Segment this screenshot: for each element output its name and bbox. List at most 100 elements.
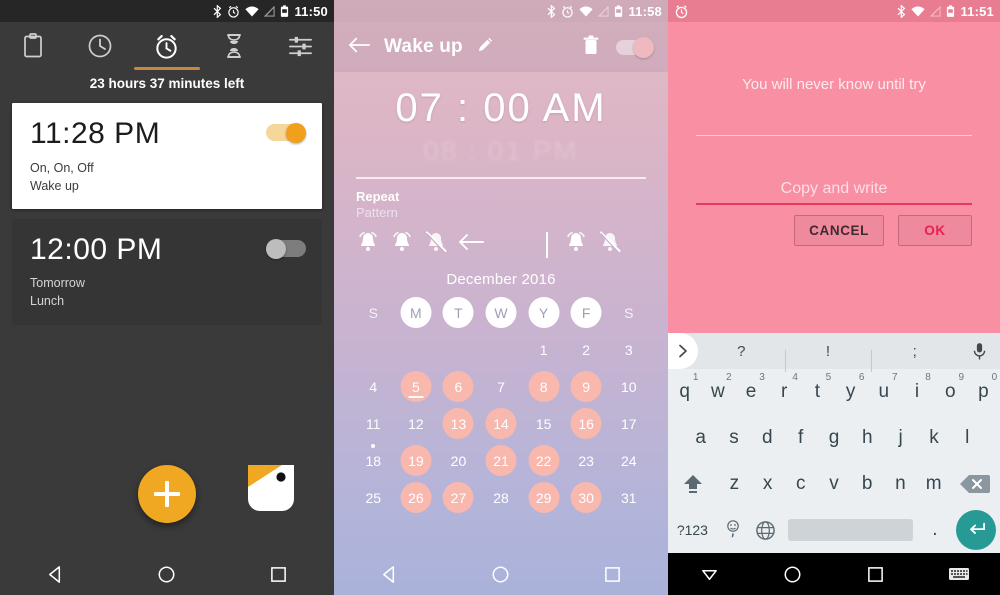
home-icon[interactable] bbox=[766, 553, 820, 595]
recents-icon[interactable] bbox=[585, 553, 639, 595]
calendar-day-9[interactable]: 9 bbox=[565, 368, 608, 405]
calendar-dow-6[interactable]: S bbox=[607, 294, 650, 331]
key-f[interactable]: f bbox=[784, 415, 817, 461]
key-v[interactable]: v bbox=[817, 461, 850, 507]
calendar-day-22[interactable]: 22 bbox=[522, 442, 565, 479]
tab-clock[interactable] bbox=[67, 22, 134, 70]
alarm-toggle[interactable] bbox=[266, 238, 306, 259]
calendar-day-6[interactable]: 6 bbox=[437, 368, 480, 405]
tab-alarm[interactable] bbox=[133, 22, 201, 70]
suggestion-item[interactable]: ; bbox=[871, 343, 958, 372]
key-r[interactable]: 4r bbox=[768, 369, 801, 415]
keyboard-switch-icon[interactable] bbox=[932, 553, 986, 595]
shift-icon[interactable] bbox=[668, 461, 718, 507]
key-n[interactable]: n bbox=[884, 461, 917, 507]
alarm-card[interactable]: 12:00 PM Tomorrow Lunch bbox=[12, 218, 322, 325]
key-z[interactable]: z bbox=[718, 461, 751, 507]
key-k[interactable]: k bbox=[917, 415, 950, 461]
home-icon[interactable] bbox=[474, 553, 528, 595]
calendar-day-21[interactable]: 21 bbox=[480, 442, 523, 479]
key-c[interactable]: c bbox=[784, 461, 817, 507]
key-y[interactable]: 6y bbox=[834, 369, 867, 415]
calendar-day-11[interactable]: 11 bbox=[352, 405, 395, 442]
globe-icon[interactable] bbox=[749, 507, 782, 553]
calendar-day-17[interactable]: 17 bbox=[607, 405, 650, 442]
tab-settings[interactable] bbox=[267, 22, 334, 70]
calendar-day-2[interactable]: 2 bbox=[565, 331, 608, 368]
recents-icon[interactable] bbox=[849, 553, 903, 595]
calendar-dow-4[interactable]: Y bbox=[522, 294, 565, 331]
suggestion-item[interactable]: ? bbox=[698, 343, 785, 360]
calendar-day-20[interactable]: 20 bbox=[437, 442, 480, 479]
symbols-key[interactable]: ?123 bbox=[668, 507, 717, 553]
calendar-day-30[interactable]: 30 bbox=[565, 479, 608, 516]
home-icon[interactable] bbox=[140, 553, 194, 595]
key-x[interactable]: x bbox=[751, 461, 784, 507]
calendar-day-26[interactable]: 26 bbox=[395, 479, 438, 516]
bird-tag-icon[interactable] bbox=[248, 465, 294, 521]
calendar-day-19[interactable]: 19 bbox=[395, 442, 438, 479]
calendar-day-24[interactable]: 24 bbox=[607, 442, 650, 479]
key-q[interactable]: 1q bbox=[668, 369, 701, 415]
calendar-day-18[interactable]: 18 bbox=[352, 442, 395, 479]
calendar-day-23[interactable]: 23 bbox=[565, 442, 608, 479]
key-m[interactable]: m bbox=[917, 461, 950, 507]
calendar-day-25[interactable]: 25 bbox=[352, 479, 395, 516]
ok-button[interactable]: OK bbox=[898, 215, 972, 246]
bell-on-icon[interactable] bbox=[564, 230, 588, 259]
calendar-day-27[interactable]: 27 bbox=[437, 479, 480, 516]
alarm-toggle[interactable] bbox=[266, 123, 306, 143]
bell-off-icon[interactable] bbox=[424, 230, 448, 259]
emoji-comma-icon[interactable] bbox=[717, 507, 750, 553]
key-i[interactable]: 8i bbox=[900, 369, 933, 415]
key-t[interactable]: 5t bbox=[801, 369, 834, 415]
calendar-day-5[interactable]: 5 bbox=[395, 368, 438, 405]
backspace-icon[interactable] bbox=[950, 461, 1000, 507]
calendar-day-7[interactable]: 7 bbox=[480, 368, 523, 405]
calendar-day-13[interactable]: 13 bbox=[437, 405, 480, 442]
cancel-button[interactable]: CANCEL bbox=[794, 215, 884, 246]
calendar-day-14[interactable]: 14 bbox=[480, 405, 523, 442]
hide-keyboard-icon[interactable] bbox=[683, 553, 737, 595]
space-key[interactable] bbox=[782, 507, 919, 553]
calendar-dow-0[interactable]: S bbox=[352, 294, 395, 331]
calendar-day-28[interactable]: 28 bbox=[480, 479, 523, 516]
microphone-icon[interactable] bbox=[958, 342, 1000, 361]
calendar-day-31[interactable]: 31 bbox=[607, 479, 650, 516]
bell-on-icon[interactable] bbox=[390, 230, 414, 259]
period-key[interactable]: . bbox=[919, 507, 952, 553]
key-h[interactable]: h bbox=[851, 415, 884, 461]
chevron-right-icon[interactable] bbox=[668, 333, 698, 369]
calendar-dow-5[interactable]: F bbox=[565, 294, 608, 331]
tab-timer[interactable] bbox=[200, 22, 267, 70]
key-o[interactable]: 9o bbox=[934, 369, 967, 415]
key-j[interactable]: j bbox=[884, 415, 917, 461]
calendar-day-29[interactable]: 29 bbox=[522, 479, 565, 516]
calendar-day-15[interactable]: 15 bbox=[522, 405, 565, 442]
key-u[interactable]: 7u bbox=[867, 369, 900, 415]
add-alarm-button[interactable] bbox=[138, 465, 196, 523]
pencil-icon[interactable] bbox=[477, 36, 494, 58]
bell-off-icon[interactable] bbox=[598, 230, 622, 259]
suggestion-item[interactable]: ! bbox=[784, 343, 872, 372]
key-s[interactable]: s bbox=[717, 415, 750, 461]
calendar-dow-3[interactable]: W bbox=[480, 294, 523, 331]
calendar-dow-2[interactable]: T bbox=[437, 294, 480, 331]
key-e[interactable]: 3e bbox=[734, 369, 767, 415]
recents-icon[interactable] bbox=[251, 553, 305, 595]
calendar-dow-1[interactable]: M bbox=[395, 294, 438, 331]
selected-time[interactable]: 07 : 00 AM bbox=[334, 72, 668, 131]
key-b[interactable]: b bbox=[851, 461, 884, 507]
enter-icon[interactable] bbox=[951, 507, 1000, 553]
key-g[interactable]: g bbox=[817, 415, 850, 461]
trash-icon[interactable] bbox=[582, 35, 600, 60]
back-arrow-icon[interactable] bbox=[348, 36, 370, 59]
key-w[interactable]: 2w bbox=[701, 369, 734, 415]
copy-and-write-field[interactable]: Copy and write bbox=[696, 180, 972, 205]
bell-on-icon[interactable] bbox=[356, 230, 380, 259]
alarm-card[interactable]: 11:28 PM On, On, Off Wake up bbox=[12, 103, 322, 209]
key-a[interactable]: a bbox=[684, 415, 717, 461]
back-icon[interactable] bbox=[363, 553, 417, 595]
calendar-day-4[interactable]: 4 bbox=[352, 368, 395, 405]
calendar-day-3[interactable]: 3 bbox=[607, 331, 650, 368]
